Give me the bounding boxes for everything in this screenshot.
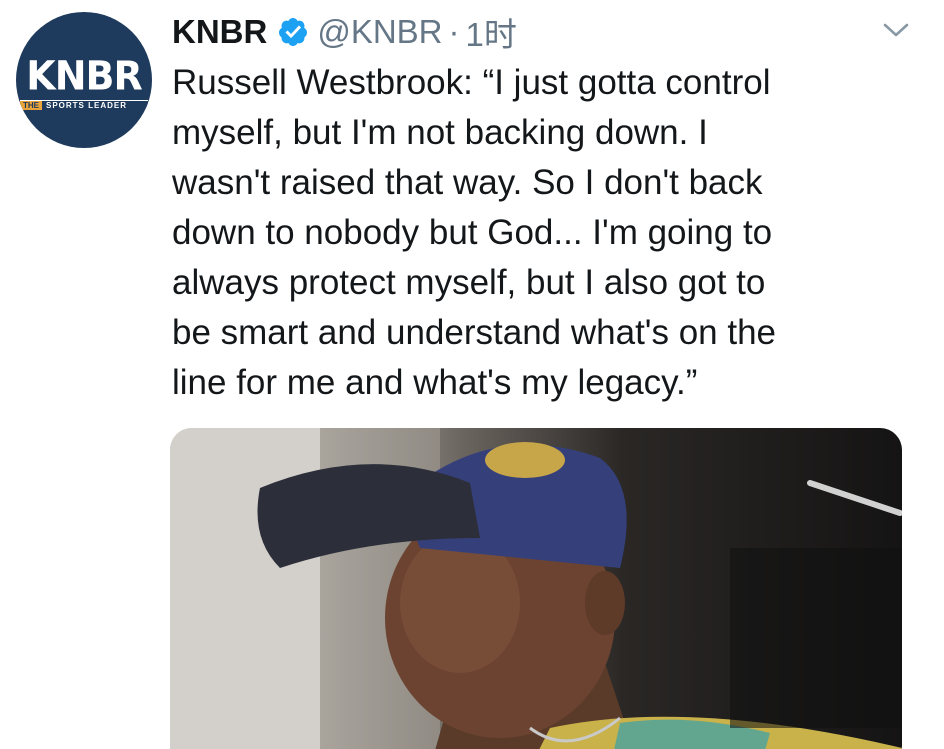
display-name[interactable]: KNBR	[172, 13, 267, 51]
tweet-header: KNBR @KNBR · 1时	[172, 10, 904, 54]
avatar-tagline-bar: THE SPORTS LEADER	[20, 100, 148, 110]
verified-badge-icon	[279, 18, 308, 46]
avatar-tag-the: THE	[20, 101, 42, 110]
tweet-media-video[interactable]	[170, 428, 902, 749]
chevron-down-icon[interactable]	[882, 20, 910, 40]
avatar-logo-text: KNBR	[26, 52, 142, 100]
video-frame-image	[170, 428, 902, 749]
timestamp[interactable]: 1时	[466, 8, 517, 56]
tweet-text: Russell Westbrook: “I just gotta control…	[172, 63, 777, 402]
avatar[interactable]: KNBR THE SPORTS LEADER	[16, 12, 152, 148]
avatar-tagline: SPORTS LEADER	[46, 101, 128, 110]
user-handle[interactable]: @KNBR	[317, 13, 442, 51]
tweet[interactable]: KNBR THE SPORTS LEADER KNBR @KNBR · 1时 R…	[0, 0, 944, 749]
separator-dot: ·	[448, 13, 460, 50]
